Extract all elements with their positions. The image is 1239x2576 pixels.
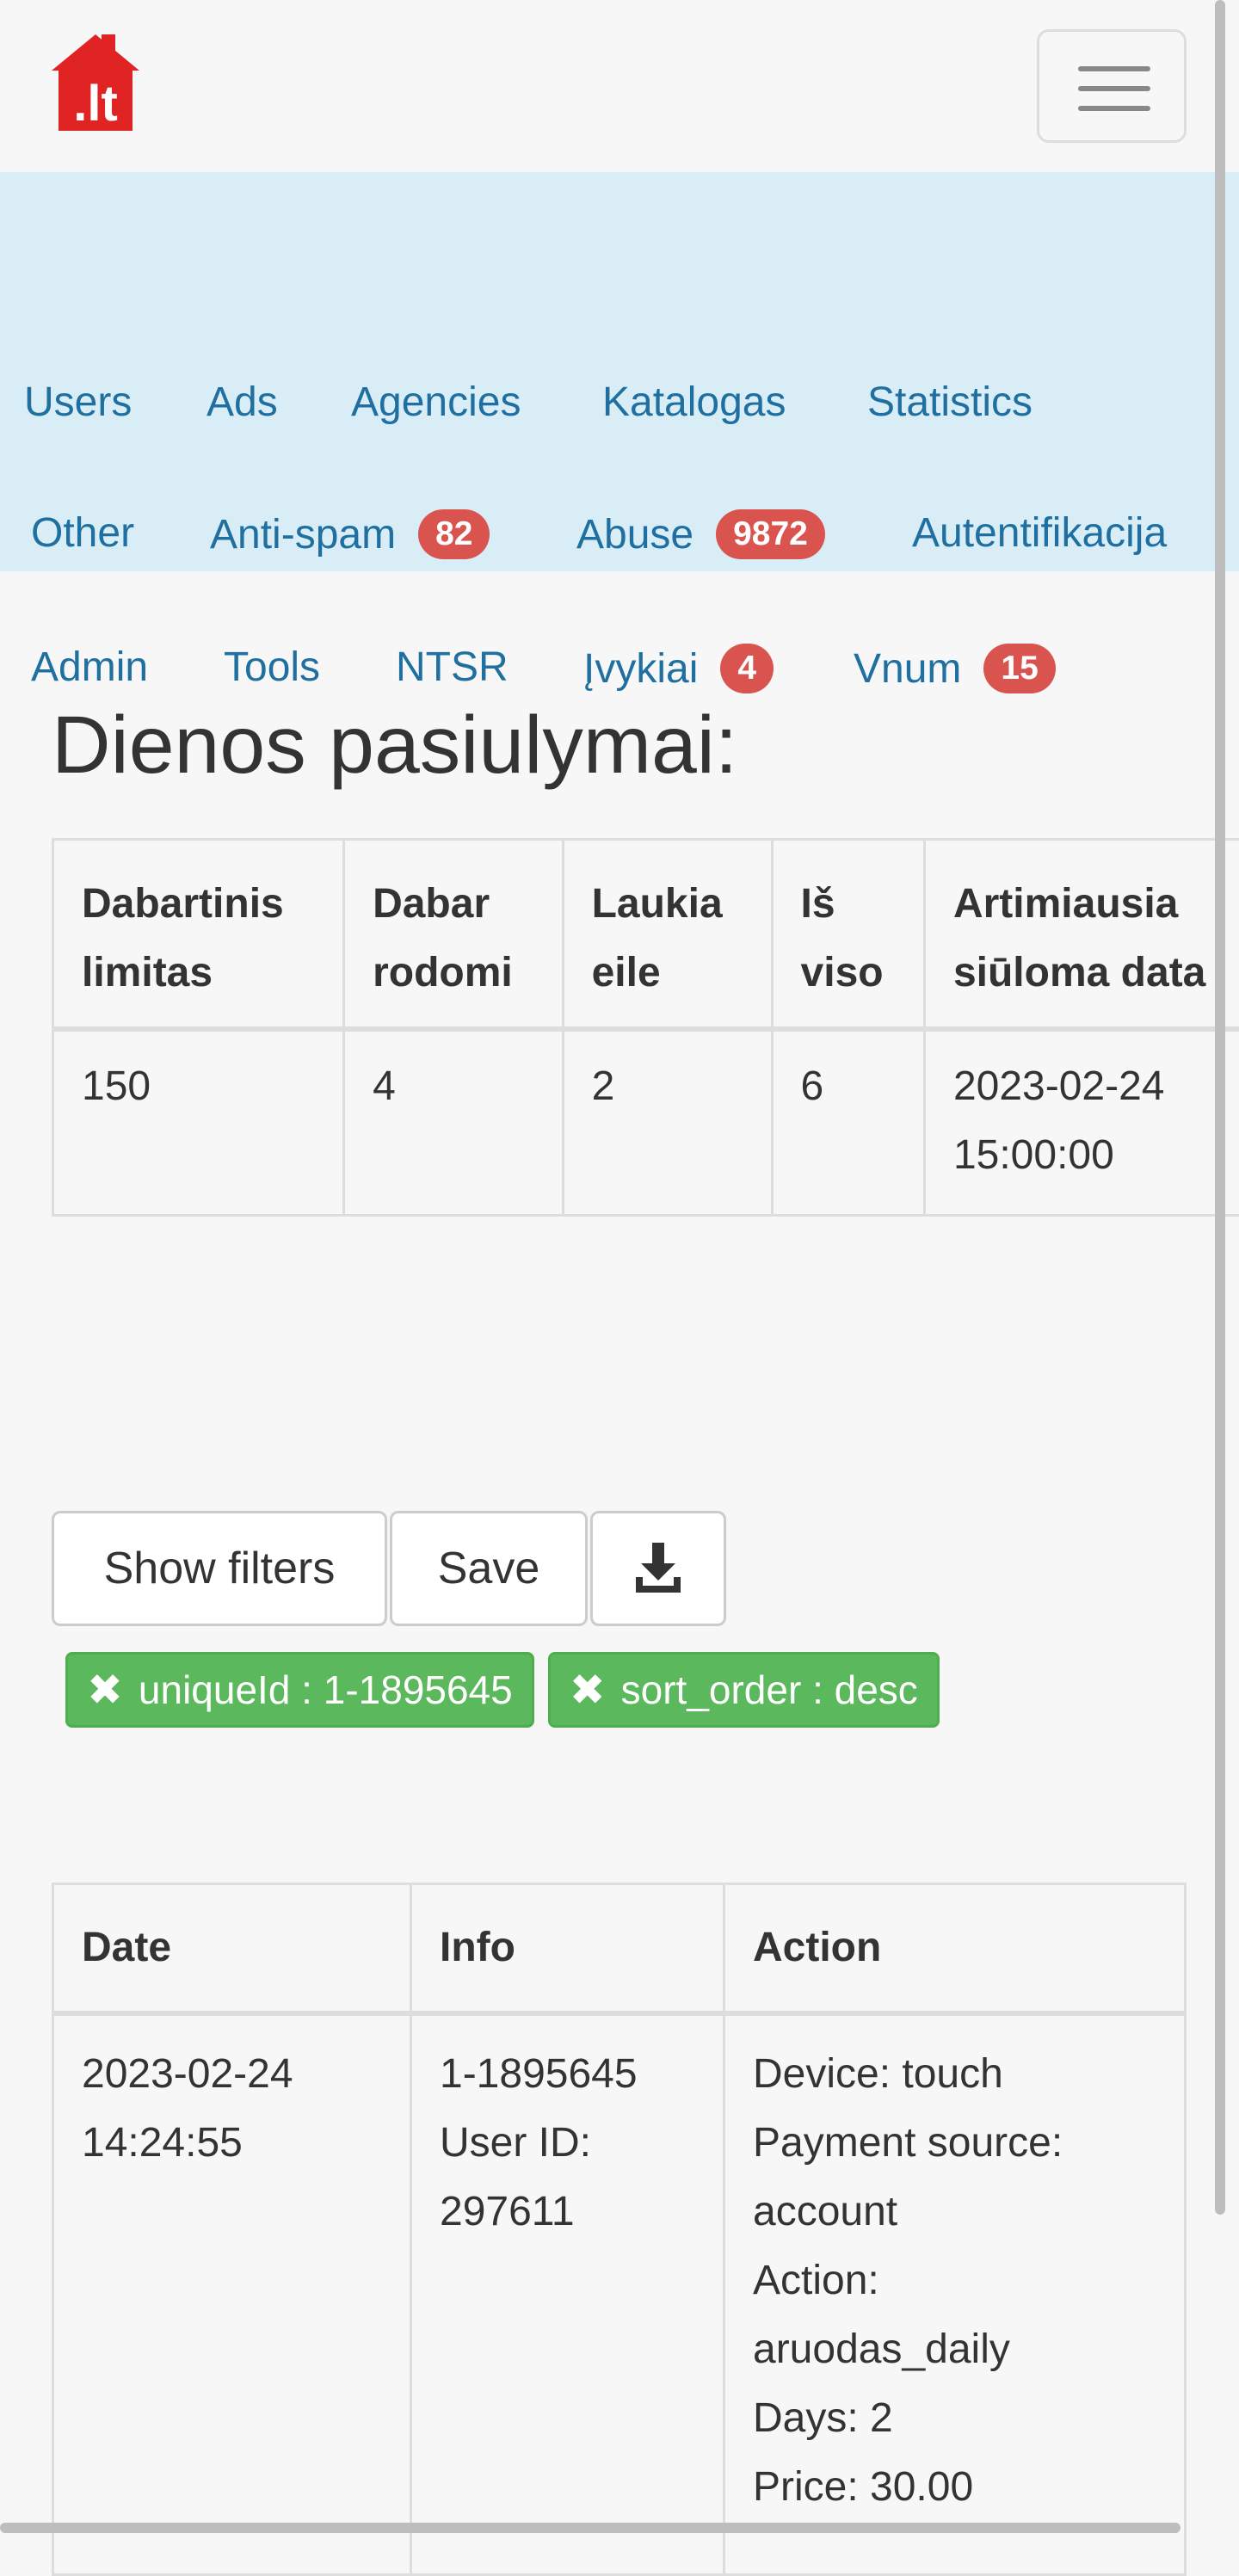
summary-table: Dabartinis limitas Dabar rodomi Laukia e…	[52, 838, 1239, 1217]
action-line: Price: 30.00	[753, 2453, 1156, 2522]
nav-label: Admin	[31, 644, 148, 691]
svg-text:.lt: .lt	[73, 76, 118, 131]
column-header-date: Date	[53, 1884, 411, 2013]
column-header: Iš viso	[772, 840, 924, 1030]
nav-item-anti-spam[interactable]: Anti-spam 82	[210, 509, 490, 559]
log-table: Date Info Action 2023-02-24 14:24:55 1-1…	[52, 1883, 1187, 2576]
anti-spam-count-badge: 82	[418, 509, 490, 559]
nav-label: Ads	[206, 379, 278, 426]
action-line: Days: 2	[753, 2384, 1156, 2453]
hamburger-bar	[1078, 106, 1150, 111]
hamburger-icon	[1078, 66, 1150, 71]
nav-label: Katalogas	[602, 379, 786, 426]
header-label: Iš viso	[801, 870, 878, 1008]
next-date-value: 2023-02-24 15:00:00	[953, 1052, 1203, 1190]
table-cell: 150	[53, 1029, 344, 1216]
user-id-label: User ID:	[440, 2109, 695, 2178]
top-bar: .lt	[0, 0, 1239, 172]
hamburger-bar	[1078, 86, 1150, 91]
nav-item-ads[interactable]: Ads	[206, 379, 278, 426]
nav-label: Users	[24, 379, 132, 426]
filter-tag-sort-order[interactable]: ✖ sort_order : desc	[548, 1652, 940, 1728]
column-header: Artimiausia siūloma data	[924, 840, 1239, 1030]
info-cell: 1-1895645 User ID: 297611	[411, 2013, 724, 2575]
action-line: account	[753, 2178, 1156, 2246]
header-label: Artimiausia siūloma data	[953, 870, 1211, 1008]
nav-item-abuse[interactable]: Abuse 9872	[576, 509, 825, 559]
nav-item-vnum[interactable]: Vnum 15	[854, 644, 1056, 693]
table-cell: 2023-02-24 15:00:00	[924, 1029, 1239, 1216]
table-cell: 4	[344, 1029, 564, 1216]
column-header-info: Info	[411, 1884, 724, 2013]
remove-filter-icon[interactable]: ✖	[570, 1665, 606, 1715]
show-filters-button[interactable]: Show filters	[52, 1511, 387, 1626]
nav-item-admin[interactable]: Admin	[31, 644, 148, 691]
main-nav: Users Ads Agencies Katalogas Statistics …	[0, 172, 1239, 571]
table-header-row: Dabartinis limitas Dabar rodomi Laukia e…	[53, 840, 1239, 1030]
date-value: 2023-02-24	[82, 2040, 382, 2109]
table-header-row: Date Info Action	[53, 1884, 1186, 2013]
nav-item-other[interactable]: Other	[31, 509, 134, 557]
nav-label: Agencies	[351, 379, 521, 426]
nav-item-tools[interactable]: Tools	[224, 644, 320, 691]
ivykiai-count-badge: 4	[720, 644, 774, 693]
action-cell: Device: touch Payment source: account Ac…	[724, 2013, 1186, 2575]
time-value: 14:24:55	[82, 2109, 382, 2178]
column-header: Dabartinis limitas	[53, 840, 344, 1030]
nav-label: NTSR	[396, 644, 509, 691]
filter-tag-unique-id[interactable]: ✖ uniqueId : 1-1895645	[65, 1652, 534, 1728]
toolbar: Show filters Save	[52, 1511, 729, 1626]
download-button[interactable]	[590, 1511, 726, 1626]
vnum-count-badge: 15	[983, 644, 1055, 693]
nav-label: Įvykiai	[583, 645, 698, 693]
menu-toggle-button[interactable]	[1037, 29, 1187, 143]
save-button[interactable]: Save	[390, 1511, 588, 1626]
nav-label: Abuse	[576, 511, 693, 558]
filter-label: uniqueId : 1-1895645	[139, 1667, 513, 1713]
nav-label: Vnum	[854, 645, 961, 693]
user-id-value: 297611	[440, 2178, 695, 2246]
nav-item-agencies[interactable]: Agencies	[351, 379, 521, 426]
nav-label: Anti-spam	[210, 511, 396, 558]
house-logo-icon: .lt	[52, 34, 139, 131]
nav-item-autentifikacija[interactable]: Autentifikacija	[912, 509, 1167, 557]
nav-label: Statistics	[867, 379, 1032, 426]
table-row: 2023-02-24 14:24:55 1-1895645 User ID: 2…	[53, 2013, 1186, 2575]
active-filters: ✖ uniqueId : 1-1895645 ✖ sort_order : de…	[65, 1652, 953, 1728]
vertical-scrollbar[interactable]	[1215, 0, 1225, 2215]
download-icon	[634, 1543, 682, 1594]
action-line: Device: touch	[753, 2040, 1156, 2109]
header-label: Dabar rodomi	[373, 870, 510, 1008]
column-header-action: Action	[724, 1884, 1186, 2013]
nav-item-katalogas[interactable]: Katalogas	[602, 379, 786, 426]
table-row: 150 4 2 6 2023-02-24 15:00:00	[53, 1029, 1239, 1216]
nav-label: Tools	[224, 644, 320, 691]
site-logo[interactable]: .lt	[52, 34, 139, 131]
nav-item-statistics[interactable]: Statistics	[867, 379, 1032, 426]
action-line: Action:	[753, 2246, 1156, 2315]
page-title: Dienos pasiulymai:	[52, 699, 737, 792]
action-line: aruodas_daily	[753, 2315, 1156, 2384]
table-cell: 6	[772, 1029, 924, 1216]
horizontal-scrollbar[interactable]	[0, 2523, 1180, 2533]
nav-label: Other	[31, 509, 134, 557]
table-cell: 2	[563, 1029, 772, 1216]
header-label: Dabartinis limitas	[82, 870, 288, 1008]
nav-item-users[interactable]: Users	[24, 379, 132, 426]
unique-id-value: 1-1895645	[440, 2040, 695, 2109]
column-header: Dabar rodomi	[344, 840, 564, 1030]
remove-filter-icon[interactable]: ✖	[87, 1665, 123, 1715]
nav-label: Autentifikacija	[912, 509, 1167, 557]
filter-label: sort_order : desc	[621, 1667, 918, 1713]
action-line: Payment source:	[753, 2109, 1156, 2178]
nav-item-ntsr[interactable]: NTSR	[396, 644, 509, 691]
column-header: Laukia eile	[563, 840, 772, 1030]
nav-item-ivykiai[interactable]: Įvykiai 4	[583, 644, 774, 693]
header-label: Laukia eile	[592, 870, 730, 1008]
date-cell: 2023-02-24 14:24:55	[53, 2013, 411, 2575]
abuse-count-badge: 9872	[716, 509, 825, 559]
